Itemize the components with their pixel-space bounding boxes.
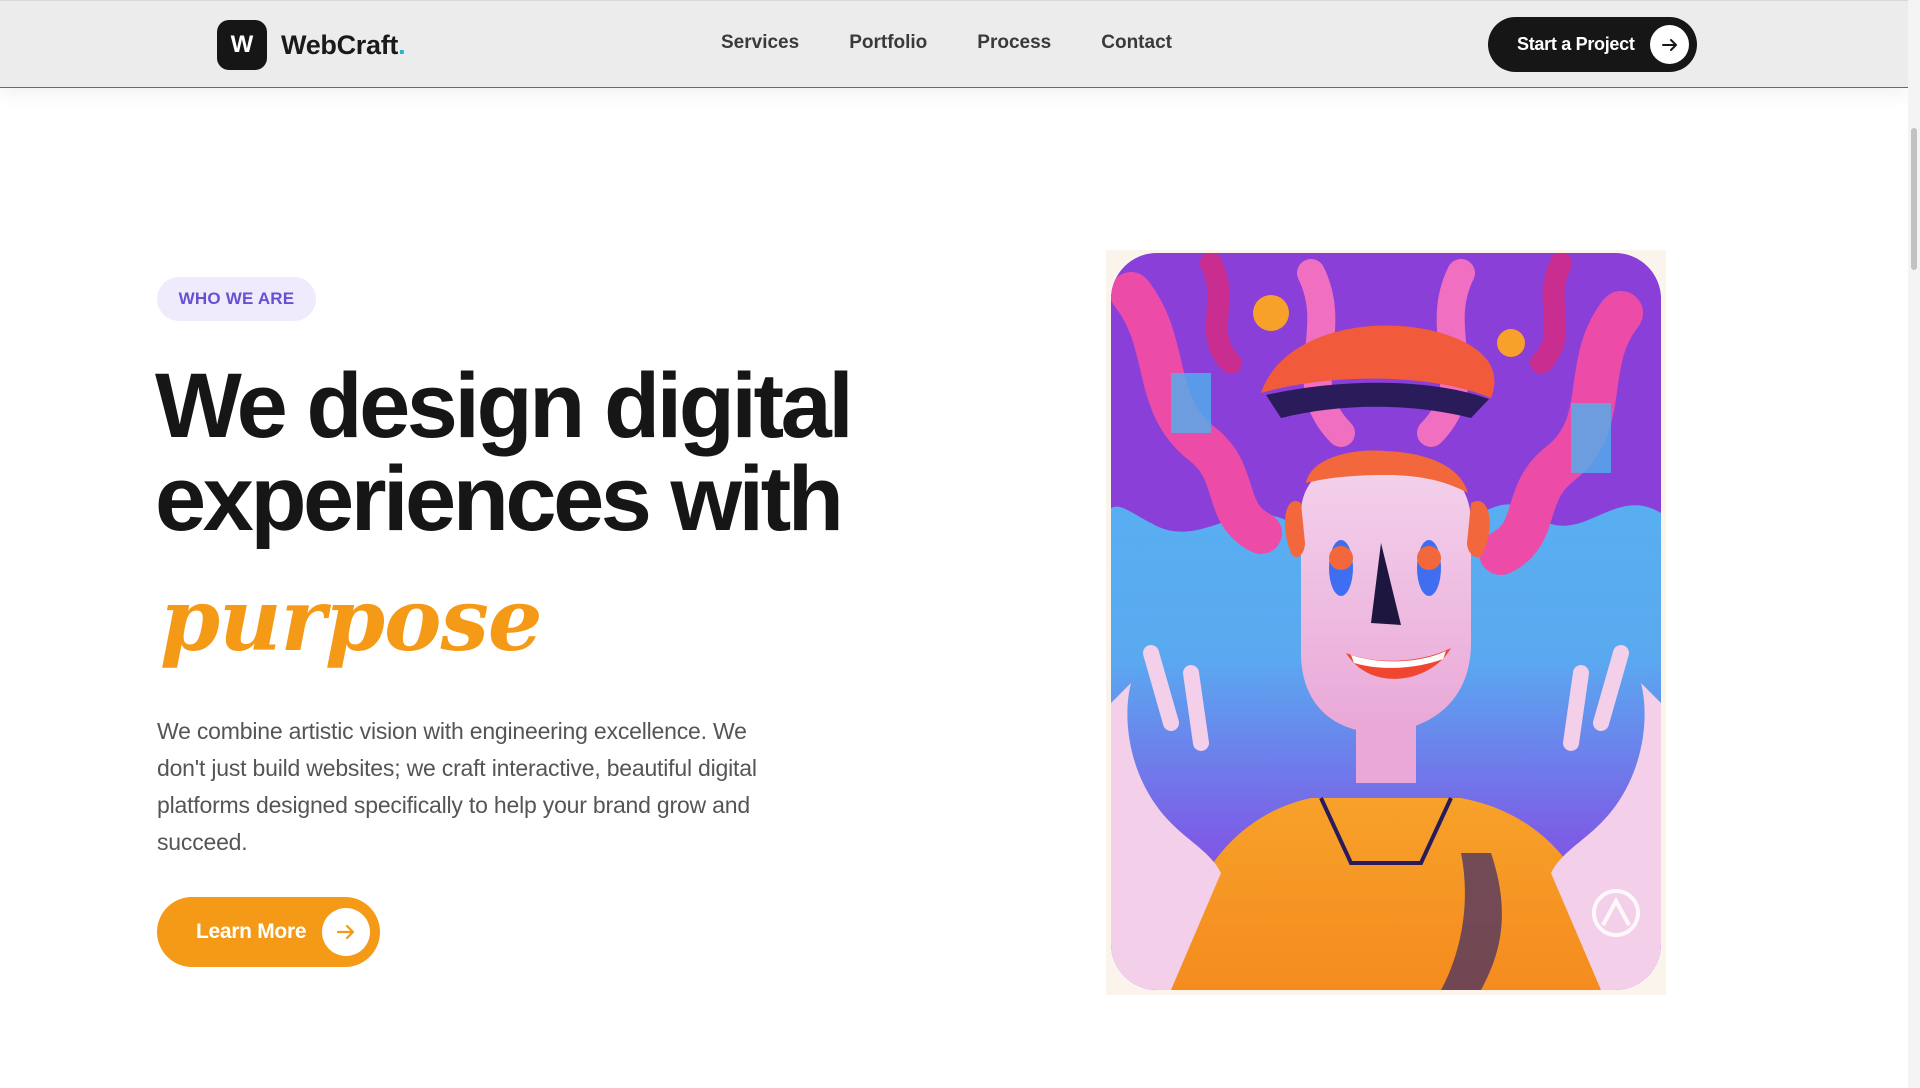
nav-services[interactable]: Services <box>721 32 799 54</box>
arrow-right-icon <box>1650 25 1689 64</box>
eyebrow-badge: WHO WE ARE <box>157 277 316 321</box>
nav-portfolio[interactable]: Portfolio <box>849 32 927 54</box>
logo-mark: W <box>217 20 267 70</box>
headline-line-2: experiences with <box>155 448 844 550</box>
learn-more-button[interactable]: Learn More <box>157 897 380 967</box>
nav-contact[interactable]: Contact <box>1101 32 1172 54</box>
headline-line-1: We design digital <box>155 355 854 457</box>
start-project-label: Start a Project <box>1517 34 1635 54</box>
hero-description: We combine artistic vision with engineer… <box>157 718 757 855</box>
start-project-button[interactable]: Start a Project <box>1488 17 1697 72</box>
hero-headline: We design digital experiences with <box>155 360 915 546</box>
site-header: W WebCraft. Services Portfolio Process C… <box>0 0 1908 88</box>
main-nav: Services Portfolio Process Contact <box>721 32 1172 54</box>
hero-illustration <box>1111 253 1661 990</box>
page-scrollbar[interactable] <box>1908 0 1920 1088</box>
logo-link[interactable]: W WebCraft. <box>217 20 406 70</box>
page: W WebCraft. Services Portfolio Process C… <box>0 0 1920 1088</box>
logo-wordmark: WebCraft <box>281 29 399 60</box>
illustration-art <box>1111 253 1661 990</box>
logo-dot: . <box>398 29 406 60</box>
scrollbar-thumb[interactable] <box>1911 128 1917 270</box>
illustration-frame <box>1106 250 1666 995</box>
headline-accent-word: purpose <box>160 570 543 671</box>
arrow-right-icon <box>322 908 370 956</box>
nav-process[interactable]: Process <box>977 32 1051 54</box>
logo-text: WebCraft. <box>281 29 406 61</box>
learn-more-label: Learn More <box>196 920 307 943</box>
